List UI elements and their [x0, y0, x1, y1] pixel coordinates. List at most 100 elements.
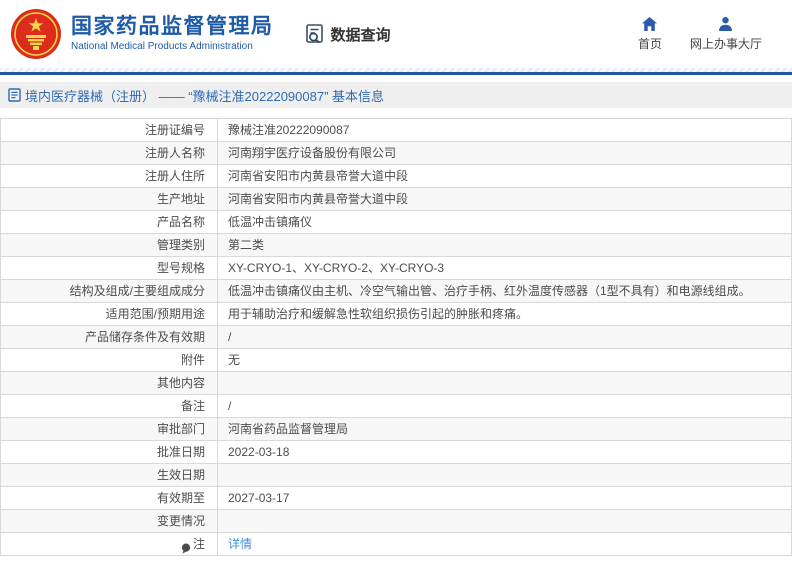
table-row: 审批部门 河南省药品监督管理局: [1, 418, 791, 441]
national-emblem-icon: [10, 8, 62, 60]
row-value: 无: [228, 353, 241, 367]
row-label: 适用范围/预期用途: [1, 303, 218, 325]
detail-link[interactable]: 详情: [228, 537, 252, 551]
row-label: 生效日期: [1, 464, 218, 486]
row-value: 2027-03-17: [228, 491, 290, 505]
table-row: 批准日期 2022-03-18: [1, 441, 791, 464]
row-label-text: 变更情况: [156, 514, 205, 528]
table-row: 管理类别 第二类: [1, 234, 791, 257]
row-label-text: 其他内容: [156, 376, 205, 390]
row-label: 注册证编号: [1, 119, 218, 141]
row-value: 2022-03-18: [228, 445, 290, 459]
row-label: 有效期至: [1, 487, 218, 509]
nav-service-hall-label: 网上办事大厅: [689, 37, 762, 51]
row-label: 审批部门: [1, 418, 218, 440]
row-label: 结构及组成/主要组成成分: [1, 280, 218, 302]
row-label-text: 审批部门: [156, 422, 205, 436]
row-label-text: 生效日期: [156, 468, 205, 482]
table-row: 注册证编号 豫械注准20222090087: [1, 119, 791, 142]
site-header: 国家药品监督管理局 National Medical Products Admi…: [0, 0, 792, 68]
row-label: 注册人住所: [1, 165, 218, 187]
row-label-text: 有效期至: [156, 491, 205, 505]
table-row: 注 详情: [1, 533, 791, 556]
nmpa-logo-block[interactable]: 国家药品监督管理局 National Medical Products Admi…: [10, 8, 274, 60]
nav-home-label: 首页: [637, 37, 662, 51]
row-label: 注: [1, 533, 218, 555]
registration-info-table: 注册证编号 豫械注准20222090087 注册人名称 河南翔宇医疗设备股份有限公司注…: [0, 118, 792, 556]
page: 国家药品监督管理局 National Medical Products Admi…: [0, 0, 792, 565]
header-blue-line: [0, 72, 792, 75]
table-row: 结构及组成/主要组成成分 低温冲击镇痛仪由主机、冷空气输出管、治疗手柄、红外温度传…: [1, 280, 791, 303]
row-value: 详情: [218, 533, 791, 555]
data-query-label: 数据查询: [330, 26, 391, 44]
row-label-text: 生产地址: [156, 192, 205, 206]
nav-home[interactable]: 首页: [638, 16, 662, 52]
nav-service-hall[interactable]: 网上办事大厅: [690, 16, 762, 52]
row-value: 河南省安阳市内黄县帝誉大道中段: [228, 192, 409, 206]
table-row: 备注 /: [1, 395, 791, 418]
table-row: 型号规格 XY-CRYO-1、XY-CRYO-2、XY-CRYO-3: [1, 257, 791, 280]
row-value: 低温冲击镇痛仪: [228, 215, 313, 229]
row-label-text: 批准日期: [156, 445, 205, 459]
row-label-text: 产品储存条件及有效期: [84, 330, 205, 344]
table-row: 有效期至 2027-03-17: [1, 487, 791, 510]
breadcrumb: 境内医疗器械（注册） —— “豫械注准20222090087” 基本信息: [0, 82, 792, 108]
row-label-text: 附件: [180, 353, 205, 367]
table-row: 生效日期: [1, 464, 791, 487]
org-names: 国家药品监督管理局 National Medical Products Admi…: [71, 14, 274, 54]
row-label: 产品储存条件及有效期: [1, 326, 218, 348]
row-label: 型号规格: [1, 257, 218, 279]
row-label: 批准日期: [1, 441, 218, 463]
row-value: [218, 464, 791, 486]
row-value: /: [228, 330, 232, 344]
row-value: /: [228, 399, 232, 413]
row-label-text: 注册人名称: [144, 146, 205, 160]
home-icon: [641, 16, 658, 32]
row-value: 用于辅助治疗和缓解急性软组织损伤引起的肿胀和疼痛。: [228, 307, 529, 321]
row-value: 河南省安阳市内黄县帝誉大道中段: [228, 169, 409, 183]
row-label: 备注: [1, 395, 218, 417]
row-value: 低温冲击镇痛仪由主机、冷空气输出管、治疗手柄、红外温度传感器（1型不具有）和电源…: [228, 284, 751, 298]
data-query-link[interactable]: 数据查询: [304, 23, 391, 45]
top-nav: 首页 网上办事大厅: [638, 16, 762, 52]
table-row: 产品储存条件及有效期 /: [1, 326, 791, 349]
row-value: [218, 510, 791, 532]
table-row: 注册人住所 河南省安阳市内黄县帝誉大道中段: [1, 165, 791, 188]
row-label-text: 注册证编号: [144, 123, 205, 137]
row-label-text: 型号规格: [156, 261, 205, 275]
row-label-text: 注: [192, 537, 205, 551]
row-label: 生产地址: [1, 188, 218, 210]
row-label-text: 管理类别: [156, 238, 205, 252]
breadcrumb-text: 境内医疗器械（注册） —— “豫械注准20222090087” 基本信息: [25, 88, 385, 104]
row-label-text: 备注: [180, 399, 205, 413]
row-value: [218, 372, 791, 394]
table-row: 产品名称 低温冲击镇痛仪: [1, 211, 791, 234]
row-label-text: 注册人住所: [144, 169, 205, 183]
org-name-cn: 国家药品监督管理局: [71, 15, 274, 38]
data-query-icon: [304, 23, 326, 45]
table-row: 附件 无: [1, 349, 791, 372]
row-label-text: 产品名称: [156, 215, 205, 229]
row-label: 变更情况: [1, 510, 218, 532]
row-label: 其他内容: [1, 372, 218, 394]
row-value: 第二类: [228, 238, 265, 252]
row-label: 管理类别: [1, 234, 218, 256]
row-value: 河南省药品监督管理局: [228, 422, 349, 436]
row-value: 豫械注准20222090087: [228, 123, 350, 137]
row-label: 注册人名称: [1, 142, 218, 164]
table-row: 变更情况: [1, 510, 791, 533]
org-name-en: National Medical Products Administration: [71, 41, 253, 52]
row-label-text: 结构及组成/主要组成成分: [69, 284, 205, 298]
row-label-text: 适用范围/预期用途: [105, 307, 205, 321]
row-value: 河南翔宇医疗设备股份有限公司: [228, 146, 397, 160]
row-value: XY-CRYO-1、XY-CRYO-2、XY-CRYO-3: [228, 261, 445, 275]
row-label: 附件: [1, 349, 218, 371]
table-row: 适用范围/预期用途 用于辅助治疗和缓解急性软组织损伤引起的肿胀和疼痛。: [1, 303, 791, 326]
note-icon: [181, 539, 191, 554]
row-label: 产品名称: [1, 211, 218, 233]
table-row: 生产地址 河南省安阳市内黄县帝誉大道中段: [1, 188, 791, 211]
table-row: 注册人名称 河南翔宇医疗设备股份有限公司: [1, 142, 791, 165]
table-row: 其他内容: [1, 372, 791, 395]
person-icon: [717, 16, 734, 32]
document-icon: [8, 88, 21, 102]
